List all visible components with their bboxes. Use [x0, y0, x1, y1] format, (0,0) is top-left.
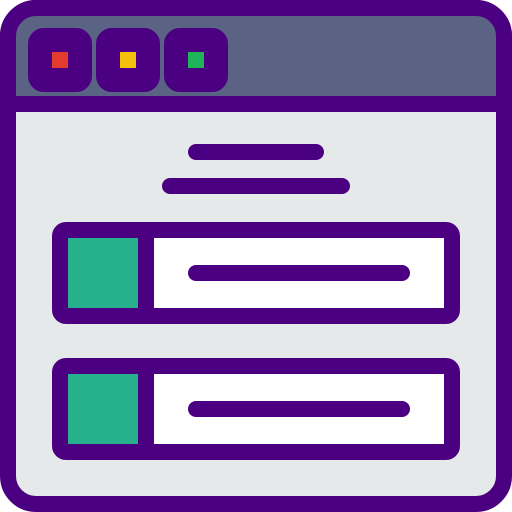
window-controls — [28, 28, 228, 92]
close-dot-fill — [52, 52, 68, 68]
maximize-dot-fill — [188, 52, 204, 68]
list-item-card — [52, 358, 460, 460]
card-thumbnail — [68, 374, 138, 444]
card-thumbnail — [68, 238, 138, 308]
minimize-dot-fill — [120, 52, 136, 68]
list-item-card — [52, 222, 460, 324]
browser-window-list-icon — [0, 0, 512, 512]
